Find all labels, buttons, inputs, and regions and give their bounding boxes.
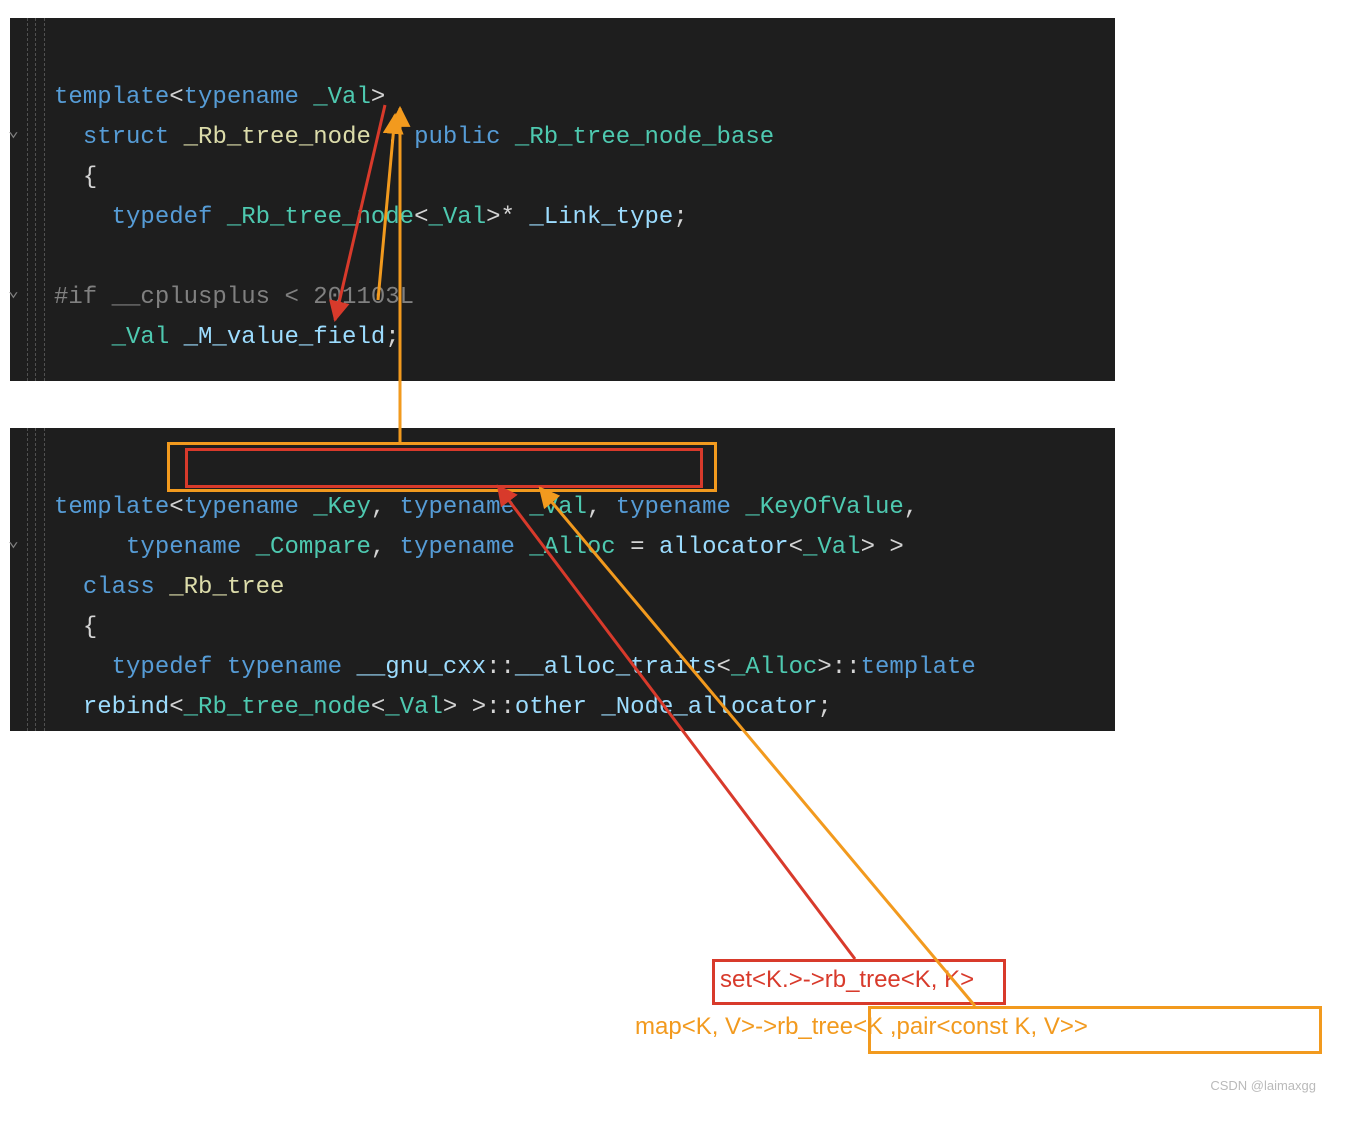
gutter-2: ⌄ (10, 428, 45, 731)
kw-struct: struct (83, 124, 169, 151)
type-alloc: _Alloc (529, 534, 615, 561)
type-key: _Key (313, 494, 371, 521)
allocator: allocator (659, 534, 789, 561)
type-compare: _Compare (256, 534, 371, 561)
kw-public: public (414, 124, 500, 151)
kw-typedef: typedef (112, 654, 213, 681)
code-content-1[interactable]: template<typename _Val> struct _Rb_tree_… (54, 38, 774, 398)
fold-chevron-icon[interactable]: ⌄ (8, 522, 19, 562)
kw-template: template (54, 494, 169, 521)
code-block-1: ⌄ ⌄ template<typename _Val> struct _Rb_t… (10, 18, 1115, 381)
type-val: _Val (313, 84, 371, 111)
fold-chevron-icon[interactable]: ⌄ (8, 112, 19, 152)
type-val: _Val (529, 494, 587, 521)
type-keyofvalue: _KeyOfValue (745, 494, 903, 521)
annotation-map: map<K, V>->rb_tree<K ,pair<const K, V>> (635, 1013, 1088, 1041)
code-content-2[interactable]: template<typename _Key, typename _Val, t… (54, 448, 976, 768)
value-field: _M_value_field (184, 324, 386, 351)
brace-open: { (83, 614, 97, 641)
preprocessor: #if __cplusplus < 201103L (54, 284, 414, 311)
kw-class: class (83, 574, 155, 601)
kw-typename: typename (184, 84, 299, 111)
base-type: _Rb_tree_node_base (515, 124, 774, 151)
link-type: _Link_type (529, 204, 673, 231)
brace-open: { (83, 164, 97, 191)
orange-highlight-map-text (868, 1006, 1322, 1054)
fold-chevron-icon[interactable]: ⌄ (8, 272, 19, 312)
node-allocator: _Node_allocator (601, 694, 817, 721)
annotation-set: set<K.>->rb_tree<K, K> (720, 966, 974, 994)
kw-template: template (54, 84, 169, 111)
watermark: CSDN @laimaxgg (1210, 1078, 1316, 1093)
code-block-2: ⌄ template<typename _Key, typename _Val,… (10, 428, 1115, 731)
struct-name: _Rb_tree_node (184, 124, 371, 151)
class-name: _Rb_tree (169, 574, 284, 601)
rebind: rebind (83, 694, 169, 721)
kw-typedef: typedef (112, 204, 213, 231)
red-highlight-set-text (712, 959, 1006, 1005)
gutter-1: ⌄ ⌄ (10, 18, 45, 381)
